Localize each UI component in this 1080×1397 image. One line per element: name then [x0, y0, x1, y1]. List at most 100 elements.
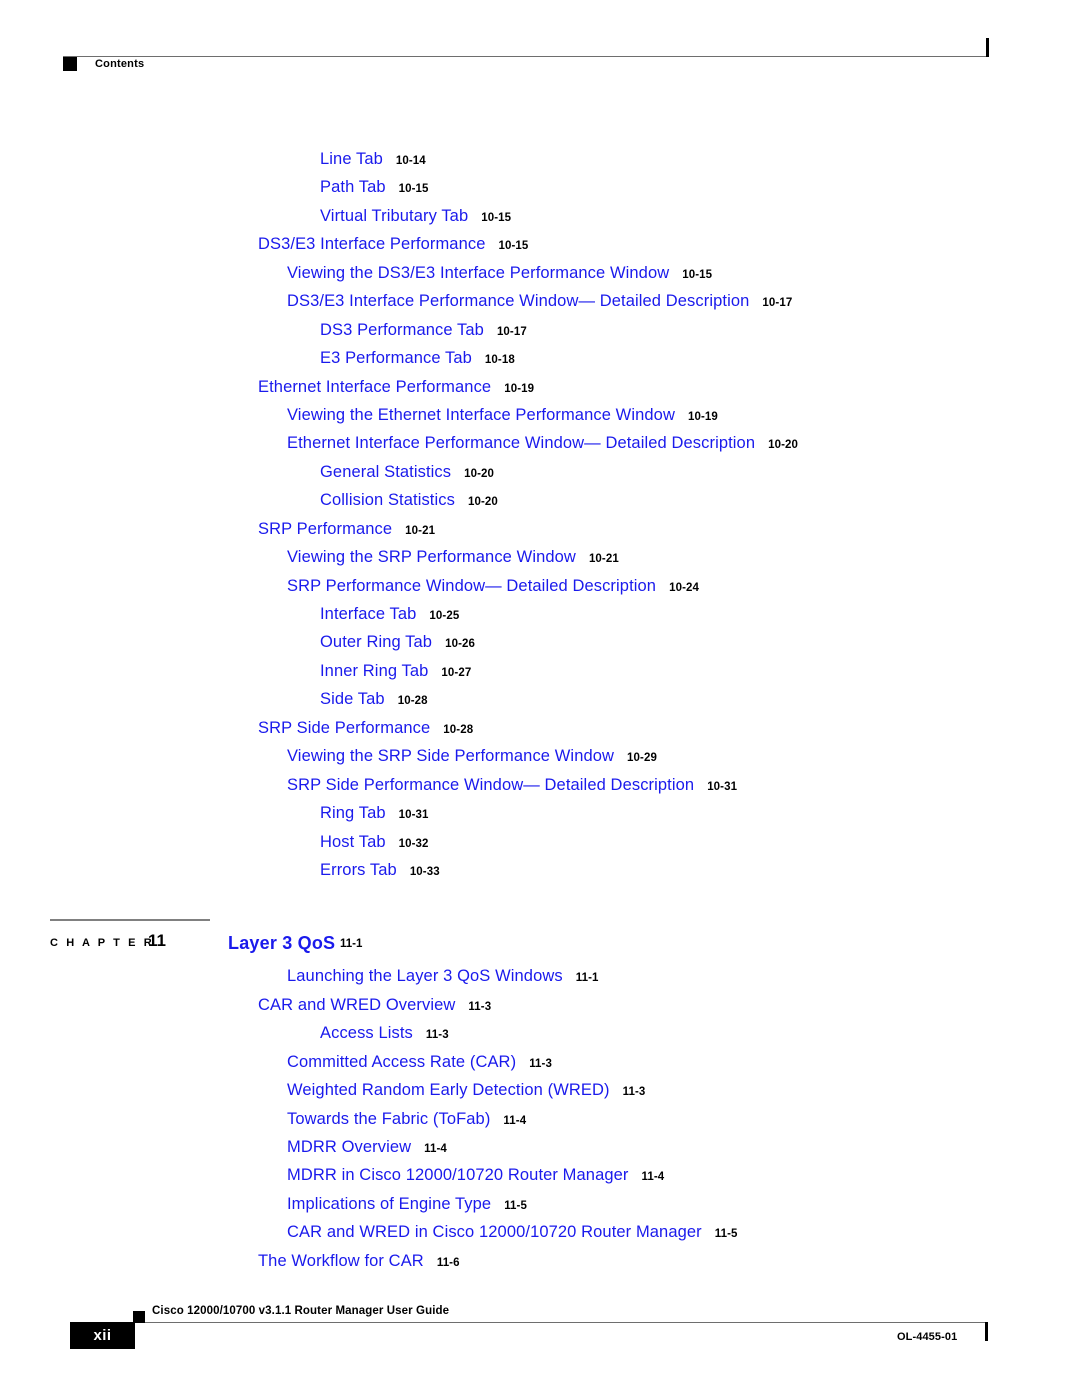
toc-entry[interactable]: The Workflow for CAR 11-6 [0, 1252, 1080, 1280]
toc-entry-title[interactable]: Host Tab [320, 833, 386, 851]
toc-entry-title[interactable]: Viewing the Ethernet Interface Performan… [287, 406, 675, 424]
toc-entry[interactable]: General Statistics 10-20 [0, 463, 1080, 491]
page-number: xii [93, 1327, 112, 1344]
chapter-word-label: C H A P T E R [50, 937, 155, 950]
toc-entry[interactable]: Implications of Engine Type 11-5 [0, 1195, 1080, 1223]
toc-entry-title[interactable]: Viewing the DS3/E3 Interface Performance… [287, 264, 669, 282]
toc-entry-title[interactable]: The Workflow for CAR [258, 1252, 424, 1270]
toc-entry[interactable]: Collision Statistics 10-20 [0, 491, 1080, 519]
toc-entry-title[interactable]: Side Tab [320, 690, 385, 708]
toc-entry[interactable]: Ethernet Interface Performance Window— D… [0, 434, 1080, 462]
toc-entry-title[interactable]: SRP Performance [258, 520, 392, 538]
toc-entry-title[interactable]: Ethernet Interface Performance Window— D… [287, 434, 755, 452]
toc-entry[interactable]: Launching the Layer 3 QoS Windows 11-1 [0, 967, 1080, 995]
toc-entry-page: 11-5 [504, 1199, 527, 1212]
toc-entry-page: 10-31 [707, 780, 738, 793]
toc-entry[interactable]: MDRR in Cisco 12000/10720 Router Manager… [0, 1166, 1080, 1194]
toc-entry[interactable]: Host Tab 10-32 [0, 833, 1080, 861]
chapter-page-number: 11-1 [340, 938, 363, 951]
toc-entry-title[interactable]: E3 Performance Tab [320, 349, 472, 367]
toc-entry[interactable]: Virtual Tributary Tab 10-15 [0, 207, 1080, 235]
toc-entry-title[interactable]: Interface Tab [320, 605, 416, 623]
toc-entry[interactable]: Viewing the SRP Performance Window 10-21 [0, 548, 1080, 576]
toc-entry-title[interactable]: Launching the Layer 3 QoS Windows [287, 967, 563, 985]
toc-entry[interactable]: Ethernet Interface Performance 10-19 [0, 378, 1080, 406]
black-square-icon [63, 57, 77, 71]
toc-entry-page: 11-4 [641, 1171, 665, 1184]
toc-entry[interactable]: DS3/E3 Interface Performance Window— Det… [0, 292, 1080, 320]
header-edge-tick [986, 38, 989, 57]
page-header: Contents [0, 0, 1080, 100]
toc-entry-page: 10-19 [504, 382, 535, 395]
toc-entry-page: 11-3 [425, 1029, 449, 1042]
toc-entry-title[interactable]: Weighted Random Early Detection (WRED) [287, 1081, 610, 1099]
toc-entry-page: 10-24 [669, 581, 699, 594]
toc-entry[interactable]: CAR and WRED Overview 11-3 [0, 996, 1080, 1024]
toc-entry-title[interactable]: Outer Ring Tab [320, 633, 432, 651]
toc-entry[interactable]: SRP Performance 10-21 [0, 520, 1080, 548]
toc-entry-title[interactable]: Ring Tab [320, 804, 386, 822]
toc-entry[interactable]: Viewing the Ethernet Interface Performan… [0, 406, 1080, 434]
toc-entry-title[interactable]: SRP Side Performance Window— Detailed De… [287, 776, 694, 794]
chapter-number: 11 [148, 931, 166, 951]
toc-entry-page: 10-15 [498, 240, 529, 253]
toc-entry-title[interactable]: DS3 Performance Tab [320, 321, 484, 339]
toc-entry[interactable]: DS3/E3 Interface Performance 10-15 [0, 235, 1080, 263]
toc-entry-title[interactable]: CAR and WRED Overview [258, 996, 455, 1014]
toc-entry-title[interactable]: Committed Access Rate (CAR) [287, 1053, 516, 1071]
toc-entry[interactable]: Side Tab 10-28 [0, 690, 1080, 718]
toc-entry-page: 10-20 [768, 439, 799, 452]
toc-entry-title[interactable]: Ethernet Interface Performance [258, 378, 491, 396]
toc-entry-page: 10-15 [682, 268, 713, 281]
toc-entry-page: 10-26 [445, 638, 475, 651]
toc-entry-title[interactable]: Path Tab [320, 178, 386, 196]
toc-entry-title[interactable]: MDRR in Cisco 12000/10720 Router Manager [287, 1166, 629, 1184]
toc-entry-title[interactable]: General Statistics [320, 463, 451, 481]
toc-entry-page: 11-4 [503, 1114, 527, 1127]
toc-entry[interactable]: CAR and WRED in Cisco 12000/10720 Router… [0, 1223, 1080, 1251]
toc-entry-title[interactable]: Virtual Tributary Tab [320, 207, 468, 225]
toc-entry-title[interactable]: Access Lists [320, 1024, 413, 1042]
toc-entry[interactable]: Line Tab 10-14 [0, 150, 1080, 178]
toc-entry-title[interactable]: SRP Side Performance [258, 719, 430, 737]
toc-entry-title[interactable]: Viewing the SRP Performance Window [287, 548, 576, 566]
toc-entry-title[interactable]: Viewing the SRP Side Performance Window [287, 747, 614, 765]
toc-entry-page: 10-33 [409, 865, 440, 878]
toc-entry-page: 11-4 [424, 1143, 447, 1155]
toc-entry-title[interactable]: Towards the Fabric (ToFab) [287, 1110, 490, 1128]
toc-entry[interactable]: E3 Performance Tab 10-18 [0, 349, 1080, 377]
toc-entry[interactable]: MDRR Overview 11-4 [0, 1138, 1080, 1166]
toc-entry-title[interactable]: DS3/E3 Interface Performance Window— Det… [287, 292, 749, 310]
toc-entry-page: 10-31 [398, 809, 429, 822]
toc-entry[interactable]: Errors Tab 10-33 [0, 861, 1080, 889]
toc-entry[interactable]: SRP Performance Window— Detailed Descrip… [0, 577, 1080, 605]
toc-entry[interactable]: Viewing the SRP Side Performance Window 1… [0, 747, 1080, 775]
chapter-title-link[interactable]: Layer 3 QoS [228, 933, 335, 954]
toc-entry-title[interactable]: Errors Tab [320, 861, 397, 879]
toc-entry-title[interactable]: DS3/E3 Interface Performance [258, 235, 486, 253]
toc-entry[interactable]: Towards the Fabric (ToFab) 11-4 [0, 1110, 1080, 1138]
toc-entry[interactable]: Access Lists 11-3 [0, 1024, 1080, 1052]
toc-entry[interactable]: Path Tab 10-15 [0, 178, 1080, 206]
toc-entry[interactable]: DS3 Performance Tab 10-17 [0, 321, 1080, 349]
toc-entry-title[interactable]: Inner Ring Tab [320, 662, 428, 680]
toc-entry[interactable]: Interface Tab 10-25 [0, 605, 1080, 633]
toc-entry-title[interactable]: Collision Statistics [320, 491, 455, 509]
toc-entry-title[interactable]: MDRR Overview [287, 1138, 411, 1156]
toc-entry-title[interactable]: Implications of Engine Type [287, 1195, 491, 1213]
toc-entry[interactable]: Committed Access Rate (CAR) 11-3 [0, 1053, 1080, 1081]
toc-entry[interactable]: Viewing the DS3/E3 Interface Performance… [0, 264, 1080, 292]
chapter-rule [50, 919, 210, 922]
toc-entry[interactable]: Weighted Random Early Detection (WRED) 11… [0, 1081, 1080, 1109]
toc-entry-page: 10-14 [395, 155, 426, 167]
toc-entry-title[interactable]: Line Tab [320, 150, 383, 168]
toc-entry[interactable]: Outer Ring Tab 10-26 [0, 633, 1080, 661]
toc-entry[interactable]: Ring Tab 10-31 [0, 804, 1080, 832]
toc-entry-title[interactable]: SRP Performance Window— Detailed Descrip… [287, 577, 656, 595]
toc-entry[interactable]: SRP Side Performance 10-28 [0, 719, 1080, 747]
toc-entry-page: 10-17 [496, 325, 527, 338]
toc-entry[interactable]: SRP Side Performance Window— Detailed De… [0, 776, 1080, 804]
toc-entry-page: 10-18 [484, 354, 515, 367]
toc-entry-title[interactable]: CAR and WRED in Cisco 12000/10720 Router… [287, 1223, 702, 1241]
toc-entry[interactable]: Inner Ring Tab 10-27 [0, 662, 1080, 690]
